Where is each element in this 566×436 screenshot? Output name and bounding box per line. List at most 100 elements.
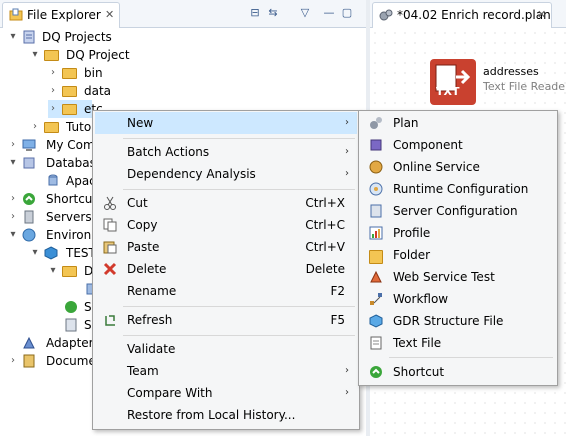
submenu-item-runtime-configuration[interactable]: Runtime Configuration [361,178,555,200]
menu-label: New [127,116,154,130]
menu-label: Compare With [127,386,213,400]
menu-item-paste[interactable]: Paste Ctrl+V [95,236,357,258]
close-icon[interactable]: ✕ [537,8,546,21]
chevron-right-icon[interactable]: › [8,352,18,370]
menu-item-copy[interactable]: Copy Ctrl+C [95,214,357,236]
chevron-right-icon[interactable]: › [8,190,18,208]
folder-icon [62,266,77,277]
online-service-icon [369,160,383,174]
menu-separator [123,306,355,307]
menu-label: Server Configuration [393,204,518,218]
submenu-item-shortcut[interactable]: Shortcut [361,361,555,383]
profile-icon [369,226,383,240]
file-explorer-tabbar: File Explorer ✕ ⊟ ⇆ ▽ — ▢ [0,0,366,28]
submenu-arrow-icon: › [345,117,349,128]
folder-icon [44,122,59,133]
menu-label: Folder [393,248,431,262]
server-icon [24,210,34,224]
tree-label: Docume [46,354,96,368]
chevron-right-icon[interactable]: › [48,64,58,82]
menu-label: Batch Actions [127,145,210,159]
menu-item-team[interactable]: Team › [95,360,357,382]
adapter-icon [23,336,35,349]
menu-item-batch-actions[interactable]: Batch Actions › [95,141,357,163]
tree-item-etc[interactable]: › etc [48,100,103,118]
menu-item-rename[interactable]: Rename F2 [95,280,357,302]
shortcut-icon [65,301,77,313]
chevron-right-icon[interactable]: › [8,136,18,154]
menu-item-new[interactable]: New › [95,112,357,134]
submenu-item-component[interactable]: Component [361,134,555,156]
open-folder-icon [44,50,59,61]
submenu-item-server-configuration[interactable]: Server Configuration [361,200,555,222]
menu-label: Runtime Configuration [393,182,529,196]
submenu-item-web-service-test[interactable]: Web Service Test [361,266,555,288]
menu-item-compare-with[interactable]: Compare With › [95,382,357,404]
chevron-right-icon[interactable]: › [48,100,58,118]
tab-file-explorer[interactable]: File Explorer ✕ [2,2,120,28]
chevron-down-icon[interactable]: ▾ [30,46,40,64]
menu-item-cut[interactable]: Cut Ctrl+X [95,192,357,214]
scissors-icon [104,196,116,210]
menu-label: Web Service Test [393,270,495,284]
shortcut-label: F5 [330,313,345,327]
menu-label: Plan [393,116,419,130]
step-icon-label: TXT [436,85,460,98]
collapse-all-icon[interactable]: ⊟ [248,6,262,20]
menu-item-restore-local-history[interactable]: Restore from Local History... [95,404,357,426]
link-with-editor-icon[interactable]: ⇆ [266,6,280,20]
chevron-right-icon[interactable]: › [8,208,18,226]
chevron-down-icon[interactable]: ▾ [30,244,40,262]
chevron-right-icon[interactable]: › [48,82,58,100]
refresh-icon [105,315,115,326]
step-type: Text File Reader [483,80,566,93]
server-config-icon [370,204,382,218]
paste-icon [103,241,117,254]
menu-item-delete[interactable]: Delete Delete [95,258,357,280]
menu-label: Cut [127,196,148,210]
menu-item-validate[interactable]: Validate [95,338,357,360]
editor-tabbar: *04.02 Enrich record.plan ✕ [370,0,566,28]
chevron-down-icon[interactable]: ▾ [8,226,18,244]
close-icon[interactable]: ✕ [105,8,114,21]
server-config-icon [65,318,77,332]
submenu-arrow-icon: › [345,146,349,157]
file-explorer-icon [9,8,23,21]
workflow-icon [370,293,382,305]
shortcut-label: Delete [305,262,345,276]
submenu-item-online-service[interactable]: Online Service [361,156,555,178]
chevron-down-icon[interactable]: ▾ [8,28,18,46]
shortcut-label: Ctrl+X [305,196,345,210]
database-icon [23,157,35,169]
shortcut-label: Ctrl+V [305,240,345,254]
maximize-icon[interactable]: ▢ [340,6,354,20]
chevron-right-icon[interactable]: › [30,118,40,136]
tree-label: My Com [46,138,95,152]
submenu-item-workflow[interactable]: Workflow [361,288,555,310]
menu-separator [123,138,355,139]
menu-label: GDR Structure File [393,314,504,328]
shortcut-label: F2 [330,284,345,298]
submenu-item-text-file[interactable]: Text File [361,332,555,354]
text-file-reader-step[interactable]: TXT [430,59,476,105]
tree-label: Tuto [66,120,92,134]
view-menu-icon[interactable]: ▽ [298,6,312,20]
menu-separator [123,335,355,336]
tree-label: DQ Project [66,48,130,62]
minimize-icon[interactable]: — [322,6,336,20]
tree-label: Shortcut [46,192,98,206]
submenu-item-gdr-structure-file[interactable]: GDR Structure File [361,310,555,332]
chevron-down-icon[interactable]: ▾ [48,262,58,280]
shortcut-icon [23,193,35,205]
menu-item-refresh[interactable]: Refresh F5 [95,309,357,331]
submenu-item-folder[interactable]: Folder [361,244,555,266]
tab-plan-editor-label: *04.02 Enrich record.plan [397,8,551,22]
submenu-item-profile[interactable]: Profile [361,222,555,244]
menu-label: Workflow [393,292,449,306]
chevron-down-icon[interactable]: ▾ [8,154,18,172]
component-icon [370,139,382,151]
menu-item-dependency-analysis[interactable]: Dependency Analysis › [95,163,357,185]
shortcut-label: Ctrl+C [305,218,345,232]
submenu-item-plan[interactable]: Plan [361,112,555,134]
tab-plan-editor[interactable]: *04.02 Enrich record.plan ✕ [372,2,552,28]
